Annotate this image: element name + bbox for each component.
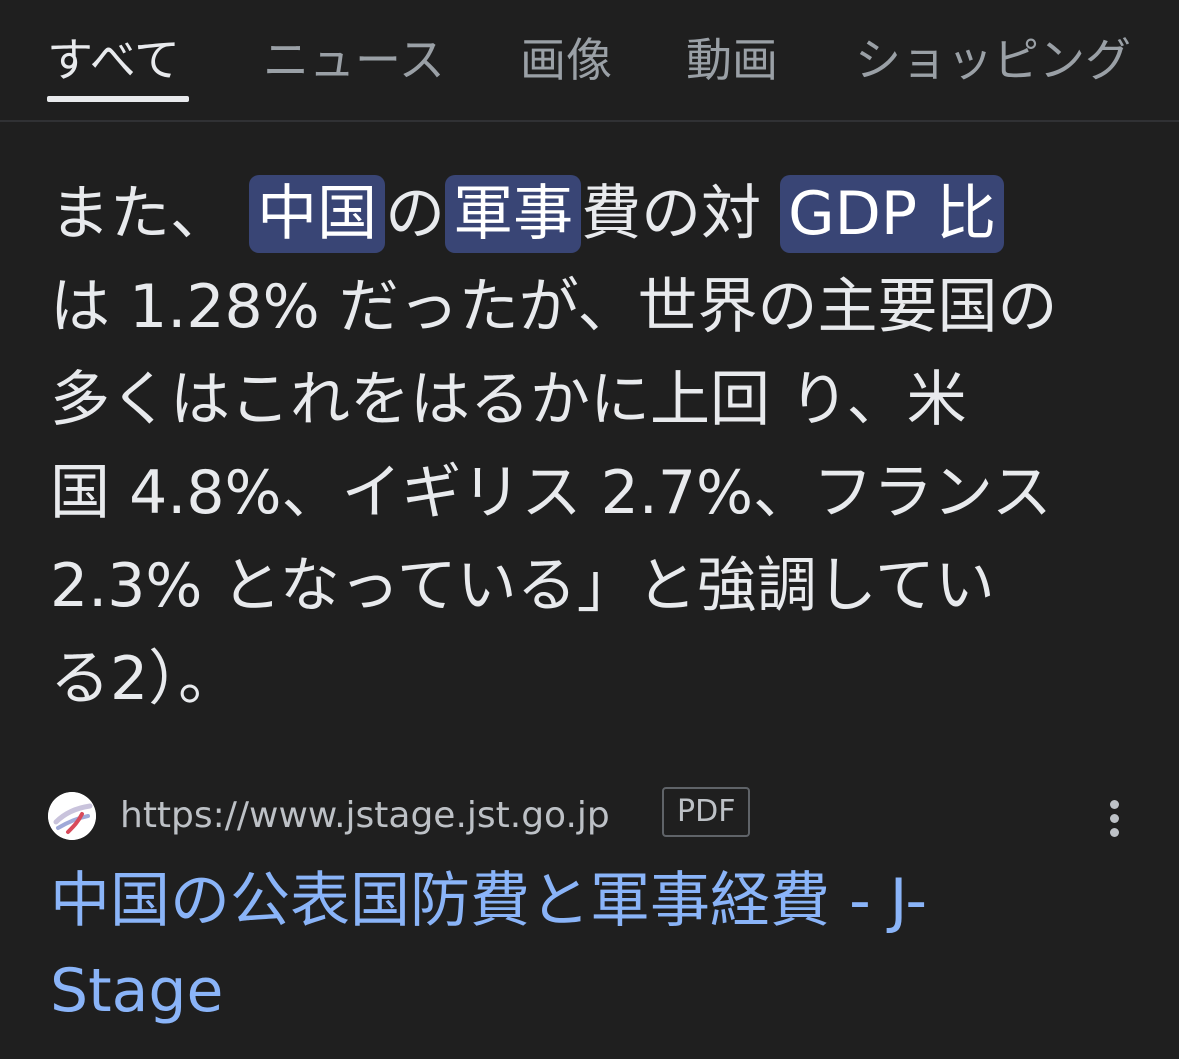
result-snippet: また、 中国の軍事 費の対 GDP 比 は 1.28% だったが、世界の主要国の …	[50, 168, 1140, 726]
snippet-text: 費の対	[581, 179, 781, 249]
tab-news[interactable]: ニュース	[263, 26, 445, 94]
result-title-line: 中国の公表国防費と軍事経費 - J-	[50, 866, 928, 936]
pdf-badge: PDF	[662, 787, 751, 837]
snippet-line: は 1.28% だったが、世界の主要国の	[50, 272, 1058, 342]
active-tab-indicator	[47, 96, 189, 102]
tab-images[interactable]: 画像	[520, 26, 612, 94]
highlighted-term: 軍事	[445, 175, 582, 253]
tab-shopping[interactable]: ショッピング	[855, 26, 1131, 94]
result-url: https://www.jstage.jst.go.jp	[120, 795, 610, 836]
jstage-favicon-icon	[48, 792, 96, 840]
snippet-line: また、 中国の軍事 費の対 GDP 比	[50, 168, 1140, 261]
highlighted-term: 中国	[249, 175, 386, 253]
search-tabs: すべて ニュース 画像 動画 ショッピング	[0, 0, 1179, 122]
result-title-link[interactable]: 中国の公表国防費と軍事経費 - J- Stage	[50, 856, 1140, 1036]
tab-videos[interactable]: 動画	[686, 26, 778, 94]
result-source[interactable]: https://www.jstage.jst.go.jp PDF	[48, 786, 1138, 846]
snippet-line: 2.3% となっている」と強調してい	[50, 551, 995, 621]
tab-all[interactable]: すべて	[47, 26, 180, 94]
snippet-text: の	[385, 179, 446, 249]
snippet-text: また、	[50, 179, 250, 249]
more-vert-icon[interactable]	[1100, 796, 1130, 840]
highlighted-term: GDP 比	[780, 175, 1005, 253]
result-title-line: Stage	[50, 956, 224, 1026]
snippet-line: る2）。	[50, 644, 239, 714]
snippet-line: 国 4.8%、イギリス 2.7%、フランス	[50, 458, 1052, 528]
snippet-line: 多くはこれをはるかに上回 り、米	[50, 365, 967, 435]
